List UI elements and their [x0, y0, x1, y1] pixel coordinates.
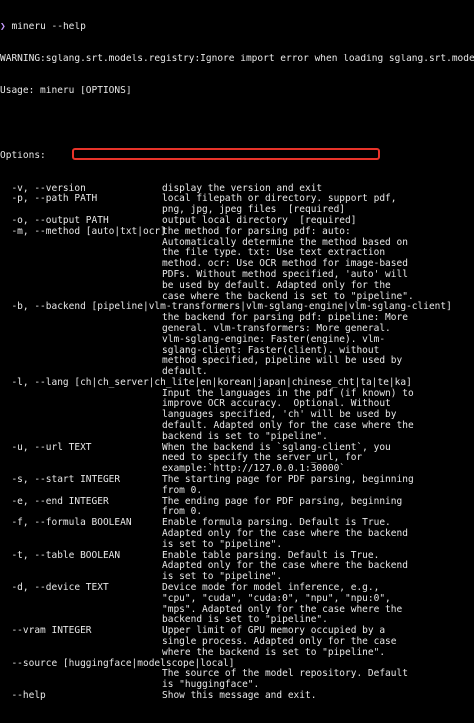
option-description: Show this message and exit.: [162, 690, 317, 701]
option-flag: -u, --url TEXT: [0, 441, 92, 453]
prompt-icon: ❯: [0, 21, 6, 32]
usage-line: Usage: mineru [OPTIONS]: [0, 86, 132, 97]
option-row: --source [huggingface|modelscope|local]: [0, 657, 474, 670]
option-flag: -v, --version: [0, 182, 86, 194]
option-flag: -e, --end INTEGER: [0, 495, 109, 507]
option-description: is set to "pipeline".: [162, 538, 283, 550]
option-row: --vram INTEGER Upper limit of GPU memory …: [0, 625, 474, 637]
option-row: --help Show this message and exit.: [0, 690, 474, 702]
option-description: is set to "pipeline".: [162, 571, 283, 583]
option-row: "mps". Adapted only for the case where t…: [0, 603, 474, 616]
option-row: vlm-sglang-engine: Faster(engine). vlm-: [0, 333, 474, 346]
option-row: method specified, pipeline will be used …: [0, 355, 474, 367]
option-description: single process. Adapted only for the cas…: [162, 636, 397, 648]
option-description: Upper limit of GPU memory occupied by a: [162, 625, 386, 637]
option-description: Adapted only for the case where the back…: [162, 528, 408, 540]
warning-line: WARNING:sglang.srt.models.registry:Ignor…: [0, 53, 474, 64]
option-flag: -f, --formula BOOLEAN: [0, 517, 132, 529]
option-row: is "huggingface".: [0, 679, 474, 691]
option-flag: -o, --output PATH: [0, 214, 109, 226]
options-list: -v, --version display the version and exi…: [0, 182, 474, 702]
option-description: from 0.: [162, 506, 203, 518]
backend-option-highlight: [72, 148, 380, 160]
command-text: mineru --help: [11, 21, 86, 32]
option-row: -d, --device TEXT Device mode for model i…: [0, 582, 474, 594]
option-description: Adapted only for the case where the back…: [162, 560, 408, 572]
option-row: -m, --method [auto|txt|ocr] the method fo…: [0, 225, 474, 238]
option-row: "cpu", "cuda", "cuda:0", "npu", "npu:0",: [0, 592, 474, 605]
option-description: "cpu", "cuda", "cuda:0", "npu", "npu:0",: [162, 592, 391, 604]
option-row: Adapted only for the case where the back…: [0, 561, 474, 572]
option-row: single process. Adapted only for the cas…: [0, 636, 474, 648]
option-description: vlm-sglang-engine: Faster(engine). vlm-: [162, 333, 386, 345]
option-row: The source of the model repository. Defa…: [0, 669, 474, 680]
option-description: Device mode for model inference, e.g.,: [162, 582, 380, 594]
option-flag: --source [huggingface|modelscope|local]: [0, 657, 235, 669]
option-description: Enable formula parsing. Default is True.: [162, 517, 391, 529]
option-row: -t, --table BOOLEAN Enable table parsing.…: [0, 549, 474, 562]
option-flag: -t, --table BOOLEAN: [0, 549, 121, 561]
option-flag: --help: [0, 690, 46, 701]
option-description: Enable table parsing. Default is True.: [162, 549, 380, 561]
option-description: The source of the model repository. Defa…: [162, 668, 408, 680]
option-flag: -d, --device TEXT: [0, 582, 109, 594]
option-row: -s, --start INTEGER The starting page for…: [0, 474, 474, 486]
command-line: ❯ mineru --help: [0, 22, 474, 33]
option-row: Adapted only for the case where the back…: [0, 528, 474, 540]
option-flag: -l, --lang [ch|ch_server|ch_lite|en|kore…: [0, 376, 412, 388]
terminal-window[interactable]: ❯ mineru --help WARNING:sglang.srt.model…: [0, 0, 474, 701]
option-description: The ending page for PDF parsing, beginni…: [162, 495, 403, 507]
option-row: be used by default. Adapted only for the: [0, 279, 474, 292]
option-flag: -s, --start INTEGER: [0, 474, 121, 486]
option-description: the method for parsing pdf: auto:: [162, 225, 351, 237]
option-flag: -b, --backend [pipeline|vlm-transformers…: [0, 301, 452, 313]
option-description: backend is set to "pipeline".: [162, 614, 328, 626]
option-description: be used by default. Adapted only for the: [162, 279, 391, 291]
option-row: -f, --formula BOOLEAN Enable formula pars…: [0, 517, 474, 529]
option-flag: --vram INTEGER: [0, 625, 92, 637]
option-flag: -m, --method [auto|txt|ocr]: [0, 225, 166, 237]
option-description: "mps". Adapted only for the case where t…: [162, 603, 403, 615]
option-row: -e, --end INTEGER The ending page for PDF…: [0, 495, 474, 508]
option-description: is "huggingface".: [162, 679, 260, 691]
option-flag: -p, --path PATH: [0, 193, 98, 205]
